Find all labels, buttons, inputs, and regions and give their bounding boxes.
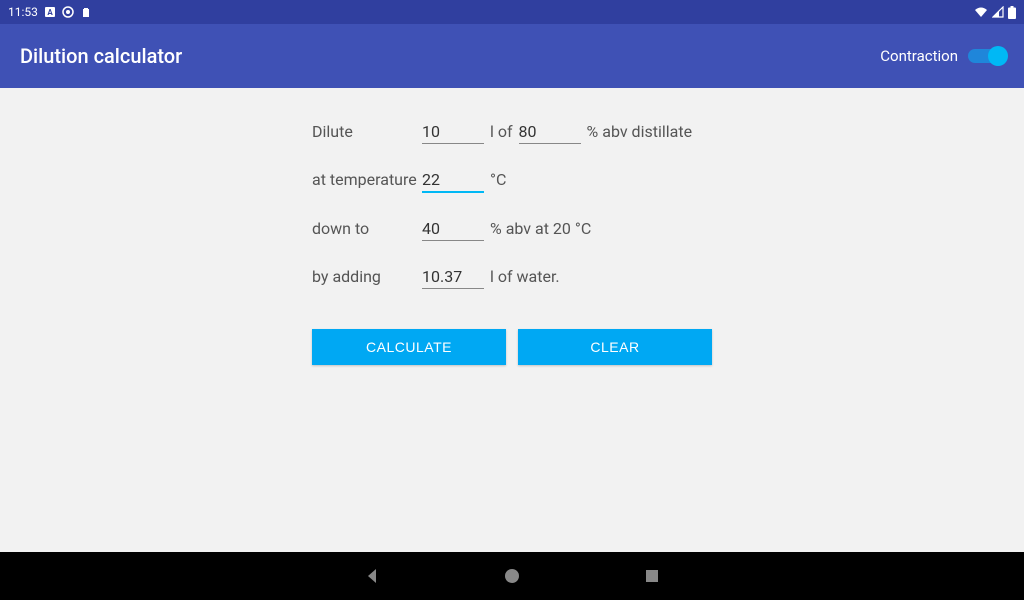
signal-icon [992, 6, 1004, 18]
down-to-label: down to [312, 219, 422, 238]
notif-icon-1: A [44, 6, 56, 18]
temperature-input[interactable] [422, 168, 484, 193]
home-button[interactable] [502, 566, 522, 586]
contraction-toggle[interactable] [968, 46, 1004, 66]
abv-at-20-text: % abv at 20 °C [490, 219, 591, 238]
app-title: Dilution calculator [20, 44, 182, 68]
notif-icon-3 [80, 6, 92, 18]
abv-initial-input[interactable] [519, 120, 581, 144]
temperature-label: at temperature [312, 170, 422, 189]
button-row: CALCULATE CLEAR [312, 329, 712, 365]
battery-icon [1008, 6, 1016, 19]
status-time: 11:53 [8, 5, 38, 19]
calculate-button[interactable]: CALCULATE [312, 329, 506, 365]
content-area: Dilute l of % abv distillate at temperat… [0, 88, 1024, 552]
water-volume-input[interactable] [422, 265, 484, 289]
back-button[interactable] [362, 566, 382, 586]
app-bar: Dilution calculator Contraction [0, 24, 1024, 88]
wifi-icon [974, 6, 988, 18]
recent-button[interactable] [642, 566, 662, 586]
abv-target-input[interactable] [422, 217, 484, 241]
row-result: by adding l of water. [312, 265, 712, 289]
l-of-text: l of [490, 122, 513, 141]
row-dilute: Dilute l of % abv distillate [312, 120, 712, 144]
android-nav-bar [0, 552, 1024, 600]
status-bar: 11:53 A [0, 0, 1024, 24]
abv-distillate-text: % abv distillate [587, 122, 693, 141]
dilution-form: Dilute l of % abv distillate at temperat… [312, 120, 712, 365]
dilute-label: Dilute [312, 122, 422, 141]
svg-text:A: A [47, 8, 53, 17]
clear-button[interactable]: CLEAR [518, 329, 712, 365]
row-temperature: at temperature °C [312, 168, 712, 193]
row-target: down to % abv at 20 °C [312, 217, 712, 241]
l-water-text: l of water. [490, 267, 560, 286]
notif-icon-2 [62, 6, 74, 18]
contraction-label: Contraction [880, 47, 958, 65]
by-adding-label: by adding [312, 267, 422, 286]
celsius-text: °C [490, 170, 506, 189]
volume-input[interactable] [422, 120, 484, 144]
